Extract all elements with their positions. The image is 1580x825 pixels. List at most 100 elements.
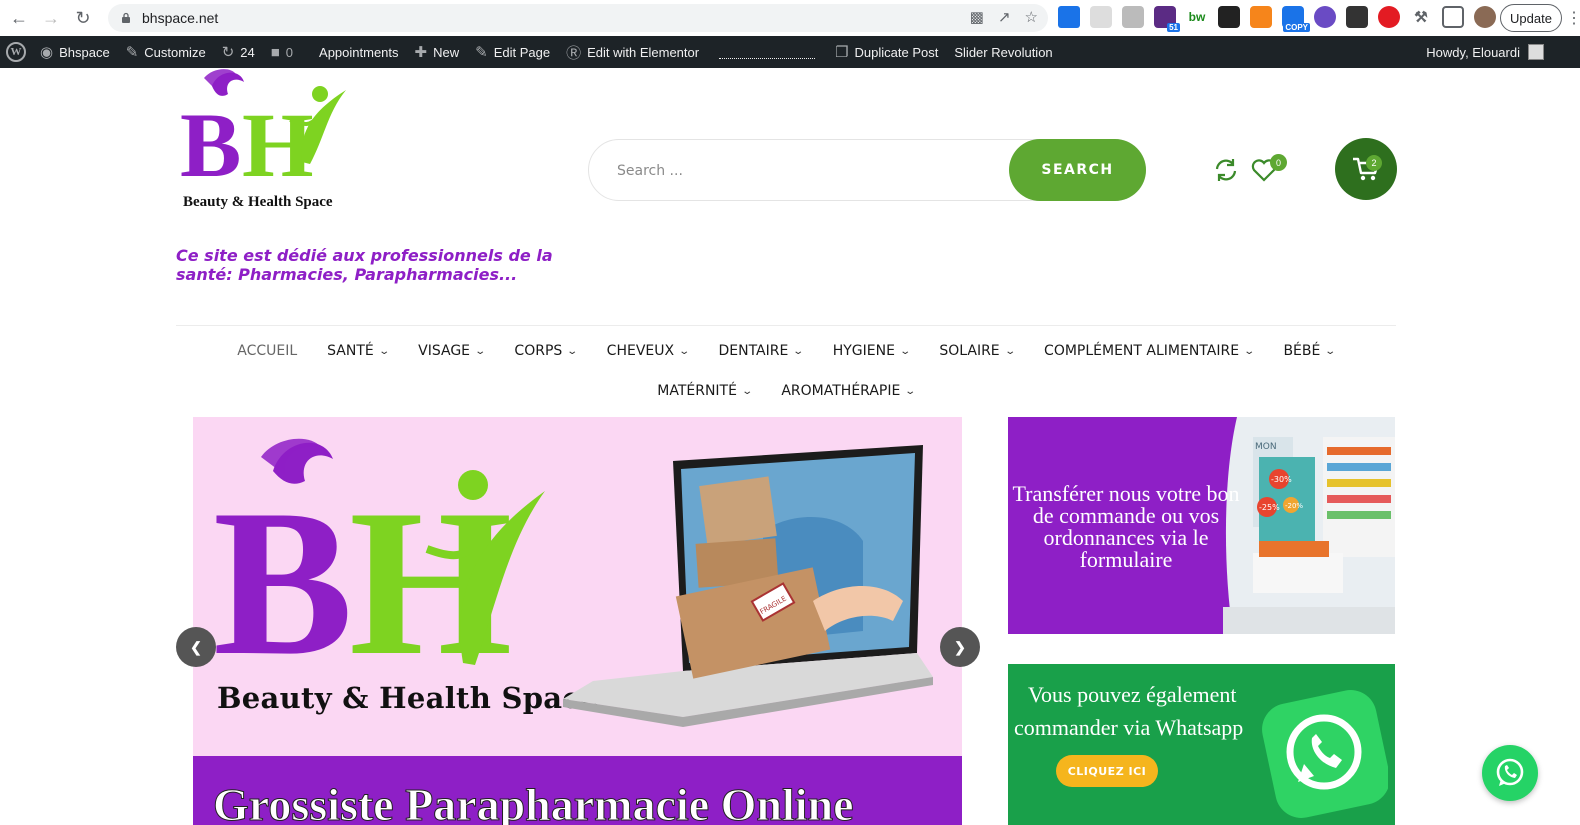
cart-button[interactable]	[1335, 138, 1397, 200]
admin-new-link[interactable]: ✚ New	[407, 36, 468, 68]
promo-whatsapp-text: Vous pouvez également commander via What…	[1014, 682, 1244, 740]
promo-banner-whatsapp[interactable]: Vous pouvez également commander via What…	[1008, 664, 1395, 825]
translate-icon[interactable]: ▩	[970, 8, 984, 26]
svg-text:-20%: -20%	[1285, 502, 1303, 510]
search-input[interactable]	[617, 160, 997, 182]
promo-order-text: Transférer nous votre bon de commande ou…	[1012, 481, 1240, 572]
bookmark-star-icon[interactable]: ☆	[1025, 8, 1038, 26]
compare-icon[interactable]	[1212, 156, 1240, 184]
duplicate-icon: ❐	[835, 44, 849, 61]
extension-camera-icon[interactable]	[1122, 6, 1144, 28]
menu-item-visage[interactable]: VISAGE ⌄	[403, 331, 499, 371]
menu-item-solaire[interactable]: SOLAIRE ⌄	[924, 331, 1029, 371]
promo-banner-order-form[interactable]: MON -30% -25% -20% Transférer nous votre…	[1008, 417, 1395, 634]
address-bar[interactable]: bhspace.net ▩ ↗ ☆	[108, 4, 1048, 32]
wordpress-logo-icon[interactable]: W	[0, 36, 32, 68]
plus-icon: ✚	[414, 44, 428, 61]
whatsapp-3d-icon	[1262, 690, 1388, 818]
extension-shield-icon[interactable]	[1378, 6, 1400, 28]
menu-item-hygiene[interactable]: HYGIENE ⌄	[818, 331, 925, 371]
extension-bw-icon[interactable]: bw	[1186, 6, 1208, 28]
admin-edit-elementor-link[interactable]: Ⓡ Edit with Elementor	[558, 36, 707, 68]
site-logo[interactable]: B H Beauty & Health Space	[178, 68, 358, 214]
url-text: bhspace.net	[142, 10, 219, 26]
whatsapp-order-button[interactable]: CLIQUEZ ICI	[1056, 755, 1158, 787]
menu-item-bebe[interactable]: BÉBÉ ⌄	[1268, 331, 1349, 371]
forward-icon[interactable]: →	[38, 5, 64, 31]
extension-metamask-icon[interactable]	[1250, 6, 1272, 28]
extension-graduation-icon[interactable]: 51	[1154, 6, 1180, 32]
chevron-down-icon: ⌄	[792, 345, 805, 357]
whatsapp-chat-button[interactable]	[1482, 745, 1538, 801]
reload-icon[interactable]: ↻	[70, 5, 96, 31]
slider-brand-text: Beauty & Health Space	[217, 681, 600, 715]
browser-menu-icon[interactable]: ⋮	[1566, 8, 1580, 28]
svg-text:Beauty & Health Space: Beauty & Health Space	[183, 194, 333, 210]
side-panel-icon[interactable]	[1442, 6, 1464, 28]
menu-item-accueil[interactable]: ACCUEIL	[222, 331, 312, 371]
main-menu: ACCUEIL SANTÉ ⌄ VISAGE ⌄ CORPS ⌄ CHEVEUX ⌄ D…	[176, 331, 1396, 411]
chevron-down-icon: ⌄	[1324, 345, 1337, 357]
menu-divider	[176, 325, 1396, 326]
wp-admin-bar: W ◉ Bhspace ✎ Customize ↻ 24 ■ 0 Appointment…	[0, 36, 1580, 68]
cart-count-badge: 2	[1366, 155, 1382, 171]
user-avatar	[1528, 44, 1544, 60]
extension-bird-icon[interactable]	[1218, 6, 1240, 28]
chevron-down-icon: ⌄	[474, 345, 487, 357]
bh-logo-icon: B H Beauty & Health Space	[180, 69, 346, 210]
extension-grid-icon[interactable]	[1090, 6, 1112, 28]
back-icon[interactable]: ←	[6, 5, 32, 31]
svg-text:B: B	[180, 94, 241, 196]
comment-icon: ■	[270, 43, 280, 61]
extension-screenshot-icon[interactable]	[1058, 6, 1080, 28]
elementor-icon: Ⓡ	[566, 44, 582, 62]
svg-text:-25%: -25%	[1259, 503, 1280, 512]
menu-item-dentaire[interactable]: DENTAIRE ⌄	[703, 331, 817, 371]
slider-next-button[interactable]: ❯	[940, 627, 980, 667]
lock-icon	[122, 12, 130, 23]
chevron-down-icon: ⌄	[566, 345, 579, 357]
share-icon[interactable]: ↗	[998, 8, 1011, 26]
chevron-down-icon: ⌄	[1003, 345, 1016, 357]
admin-slider-revolution-link[interactable]: Slider Revolution	[946, 36, 1060, 68]
admin-placeholder-item[interactable]	[719, 53, 816, 59]
extensions-puzzle-icon[interactable]: ⚒	[1410, 6, 1432, 28]
chevron-down-icon: ⌄	[678, 345, 691, 357]
svg-text:B: B	[213, 467, 353, 699]
admin-appointments-link[interactable]: Appointments	[311, 36, 407, 68]
admin-edit-page-link[interactable]: ✎ Edit Page	[467, 36, 558, 68]
chevron-down-icon: ⌄	[904, 385, 917, 397]
menu-item-maternite[interactable]: MATÉRNITÉ ⌄	[642, 371, 766, 411]
wishlist-count-badge: 0	[1270, 154, 1287, 171]
extension-download-icon[interactable]	[1346, 6, 1368, 28]
browser-update-button[interactable]: Update	[1500, 4, 1562, 32]
menu-item-sante[interactable]: SANTÉ ⌄	[312, 331, 403, 371]
admin-site-link[interactable]: ◉ Bhspace	[32, 36, 118, 68]
admin-comments-link[interactable]: ■ 0	[263, 36, 301, 68]
extension-circle-icon[interactable]	[1314, 6, 1336, 28]
admin-customize-link[interactable]: ✎ Customize	[118, 36, 214, 68]
extensions-bar: 51 bw COPY ⚒	[1058, 6, 1496, 32]
browser-toolbar: ← → ↻ bhspace.net ▩ ↗ ☆ 51 bw COPY ⚒ Upd…	[0, 0, 1580, 36]
svg-text:MON: MON	[1255, 442, 1277, 452]
slider-prev-button[interactable]: ❮	[176, 627, 216, 667]
menu-item-cheveux[interactable]: CHEVEUX ⌄	[592, 331, 704, 371]
dashboard-icon: ◉	[40, 44, 54, 61]
admin-updates-link[interactable]: ↻ 24	[214, 36, 263, 68]
svg-text:-30%: -30%	[1271, 475, 1292, 484]
updates-icon: ↻	[221, 44, 235, 61]
hero-slider[interactable]: B H Beauty & Health Space FRAGILE Grossi…	[193, 417, 962, 825]
menu-item-corps[interactable]: CORPS ⌄	[499, 331, 591, 371]
brush-icon: ✎	[125, 44, 139, 61]
pharmacy-photo: MON -30% -25% -20%	[1223, 417, 1395, 634]
extension-copy-icon[interactable]: COPY	[1282, 6, 1310, 32]
search-button[interactable]: SEARCH	[1009, 139, 1146, 201]
profile-avatar[interactable]	[1474, 6, 1496, 28]
admin-duplicate-link[interactable]: ❐ Duplicate Post	[827, 36, 946, 68]
admin-account-link[interactable]: Howdy, Elouardi	[1426, 36, 1544, 68]
chevron-down-icon: ⌄	[741, 385, 754, 397]
chevron-down-icon: ⌄	[378, 345, 390, 357]
menu-item-aromatherapie[interactable]: AROMATHÉRAPIE ⌄	[766, 371, 929, 411]
menu-item-complement-alimentaire[interactable]: COMPLÉMENT ALIMENTAIRE ⌄	[1029, 331, 1268, 371]
chevron-down-icon: ⌄	[899, 345, 912, 357]
